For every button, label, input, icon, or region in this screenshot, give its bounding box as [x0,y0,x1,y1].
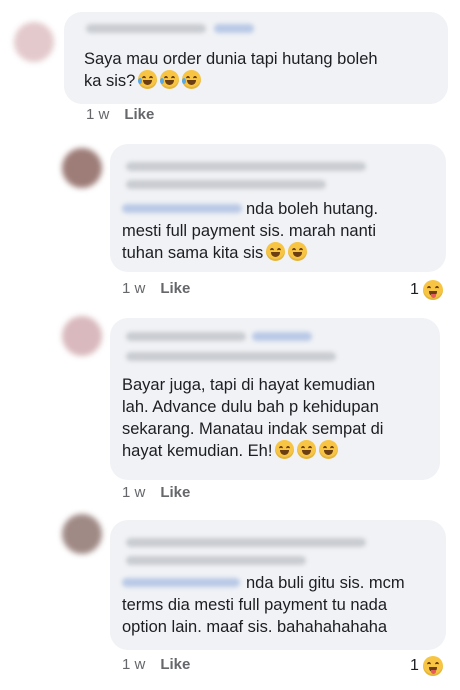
author-name-redacted[interactable] [126,538,366,547]
like-button[interactable]: Like [124,106,154,123]
comment-meta: 1 w Like [86,106,154,123]
hug-emoji [288,242,308,261]
author-name-redacted[interactable] [126,352,336,361]
joy-emoji [160,70,180,89]
reaction-count-number: 1 [410,657,419,674]
avatar[interactable] [62,316,102,356]
rofl-emoji [275,440,295,459]
author-name-redacted[interactable] [86,24,206,33]
comment-text: Saya mau order dunia tapi hutang boleh k… [84,50,378,90]
author-name-redacted[interactable] [126,162,366,171]
reaction-count-number: 1 [410,281,419,298]
reaction-count[interactable]: 1 [410,656,443,676]
tongue-out-emoji [422,656,443,676]
comment-meta: 1 w Like [122,656,190,673]
rofl-emoji [319,440,339,459]
rofl-emoji [266,242,286,261]
like-button[interactable]: Like [160,280,190,297]
joy-emoji [138,70,158,89]
author-name-redacted[interactable] [126,556,306,565]
comment-text: nda buli gitu sis. mcm [246,574,405,592]
author-name-redacted[interactable] [252,332,312,341]
author-name-redacted[interactable] [126,332,246,341]
joy-emoji [182,70,202,89]
comment-bubble: nda buli gitu sis. mcm terms dia mesti f… [110,520,446,650]
comment-text: Bayar juga, tapi di hayat kemudian lah. … [122,376,384,460]
comment-text: terms dia mesti full payment tu nada opt… [122,596,388,636]
comment-bubble: Bayar juga, tapi di hayat kemudian lah. … [110,318,440,480]
comment-text: nda boleh hutang. [246,200,379,218]
tongue-out-emoji [422,280,443,300]
timestamp[interactable]: 1 w [86,106,109,123]
avatar[interactable] [62,514,102,554]
like-button[interactable]: Like [160,656,190,673]
timestamp[interactable]: 1 w [122,656,145,673]
comment-text: mesti full payment sis. marah nanti tuha… [122,222,377,262]
author-name-redacted[interactable] [126,180,326,189]
timestamp[interactable]: 1 w [122,280,145,297]
comment-meta: 1 w Like [122,280,190,297]
comment-bubble: nda boleh hutang. mesti full payment sis… [110,144,446,272]
rofl-emoji [297,440,317,459]
avatar[interactable] [14,22,54,62]
comment-meta: 1 w Like [122,484,190,501]
reaction-count[interactable]: 1 [410,280,443,300]
timestamp[interactable]: 1 w [122,484,145,501]
like-button[interactable]: Like [160,484,190,501]
comment-bubble: Saya mau order dunia tapi hutang boleh k… [64,12,448,104]
reply-mention-redacted[interactable] [122,204,242,213]
author-name-redacted[interactable] [214,24,254,33]
avatar[interactable] [62,148,102,188]
reply-mention-redacted[interactable] [122,578,240,587]
